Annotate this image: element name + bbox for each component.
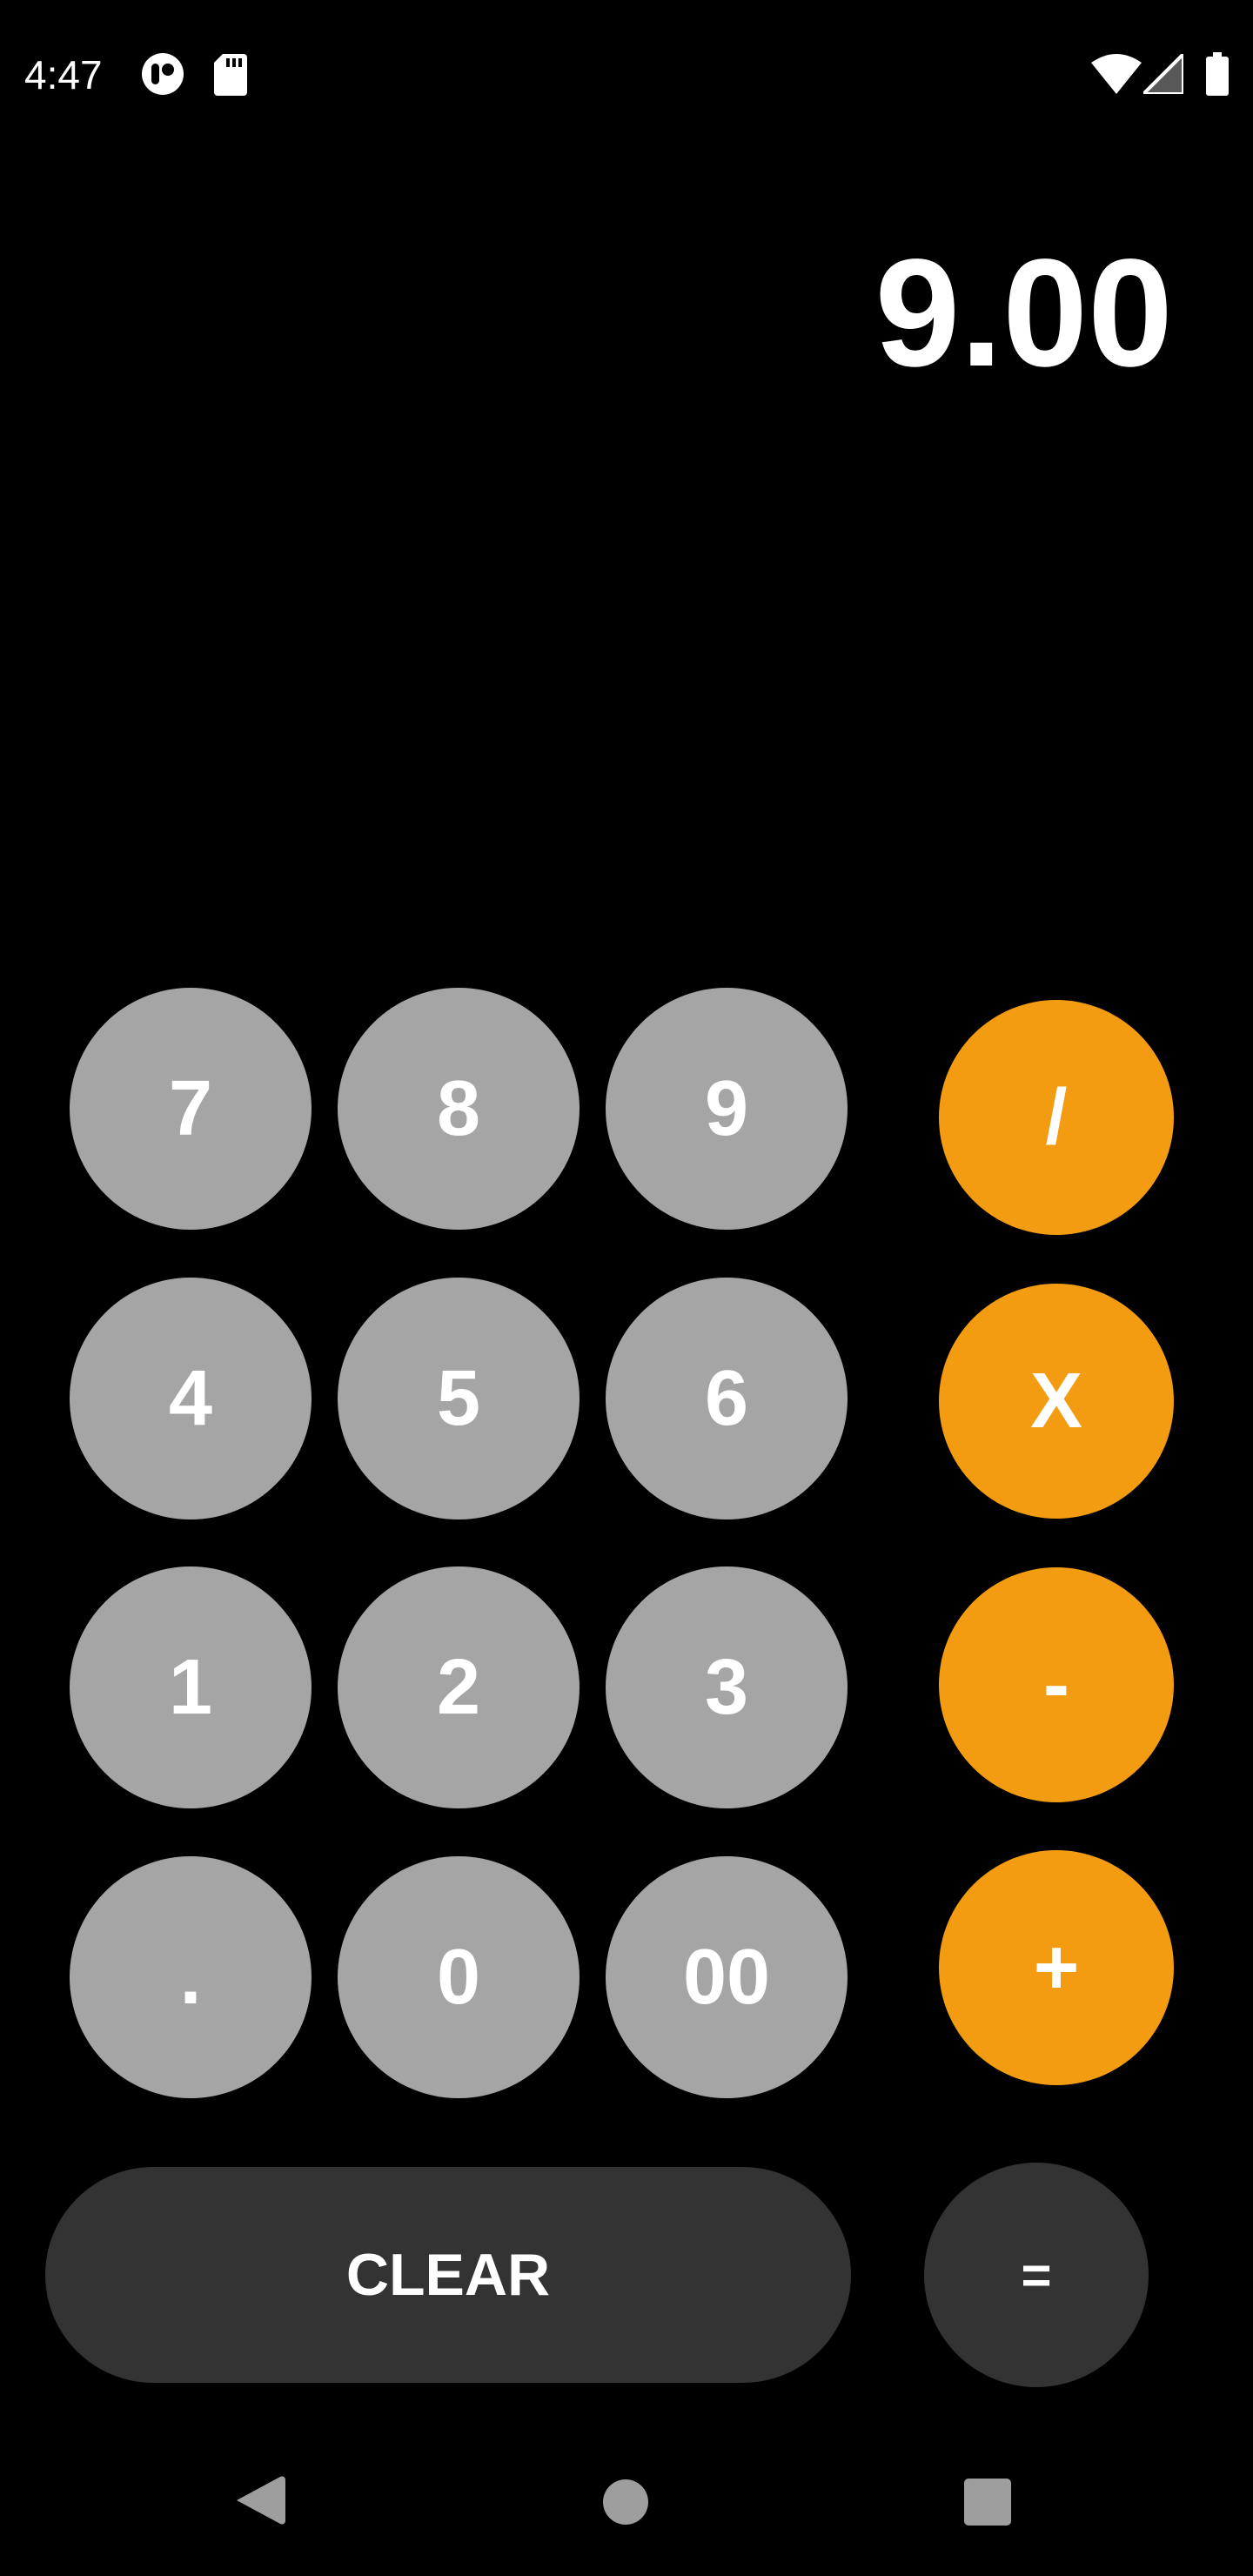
status-bar: 4:47 — [0, 0, 1253, 148]
key-decimal[interactable]: . — [70, 1856, 312, 2098]
clear-button[interactable]: CLEAR — [45, 2167, 851, 2383]
add-button[interactable]: + — [939, 1850, 1174, 2085]
key-5[interactable]: 5 — [338, 1278, 580, 1519]
key-00[interactable]: 00 — [606, 1856, 848, 2098]
wifi-icon — [1091, 54, 1142, 94]
equals-button[interactable]: = — [924, 2163, 1149, 2387]
key-3[interactable]: 3 — [606, 1566, 848, 1808]
key-7[interactable]: 7 — [70, 988, 312, 1230]
key-0[interactable]: 0 — [338, 1856, 580, 2098]
divide-button[interactable]: / — [939, 1000, 1174, 1235]
key-4[interactable]: 4 — [70, 1278, 312, 1519]
signal-icon — [1143, 54, 1183, 94]
result-display: 9.00 — [874, 228, 1173, 399]
subtract-button[interactable]: - — [939, 1567, 1174, 1802]
media-icon — [142, 53, 184, 95]
key-1[interactable]: 1 — [70, 1566, 312, 1808]
recents-icon[interactable] — [964, 2479, 1011, 2526]
key-8[interactable]: 8 — [338, 988, 580, 1230]
home-icon[interactable] — [602, 2479, 649, 2526]
key-6[interactable]: 6 — [606, 1278, 848, 1519]
multiply-button[interactable]: X — [939, 1284, 1174, 1519]
status-time: 4:47 — [24, 52, 103, 97]
battery-icon — [1206, 52, 1229, 96]
back-icon[interactable] — [237, 2475, 285, 2526]
sd-card-icon — [214, 54, 247, 96]
key-2[interactable]: 2 — [338, 1566, 580, 1808]
key-9[interactable]: 9 — [606, 988, 848, 1230]
